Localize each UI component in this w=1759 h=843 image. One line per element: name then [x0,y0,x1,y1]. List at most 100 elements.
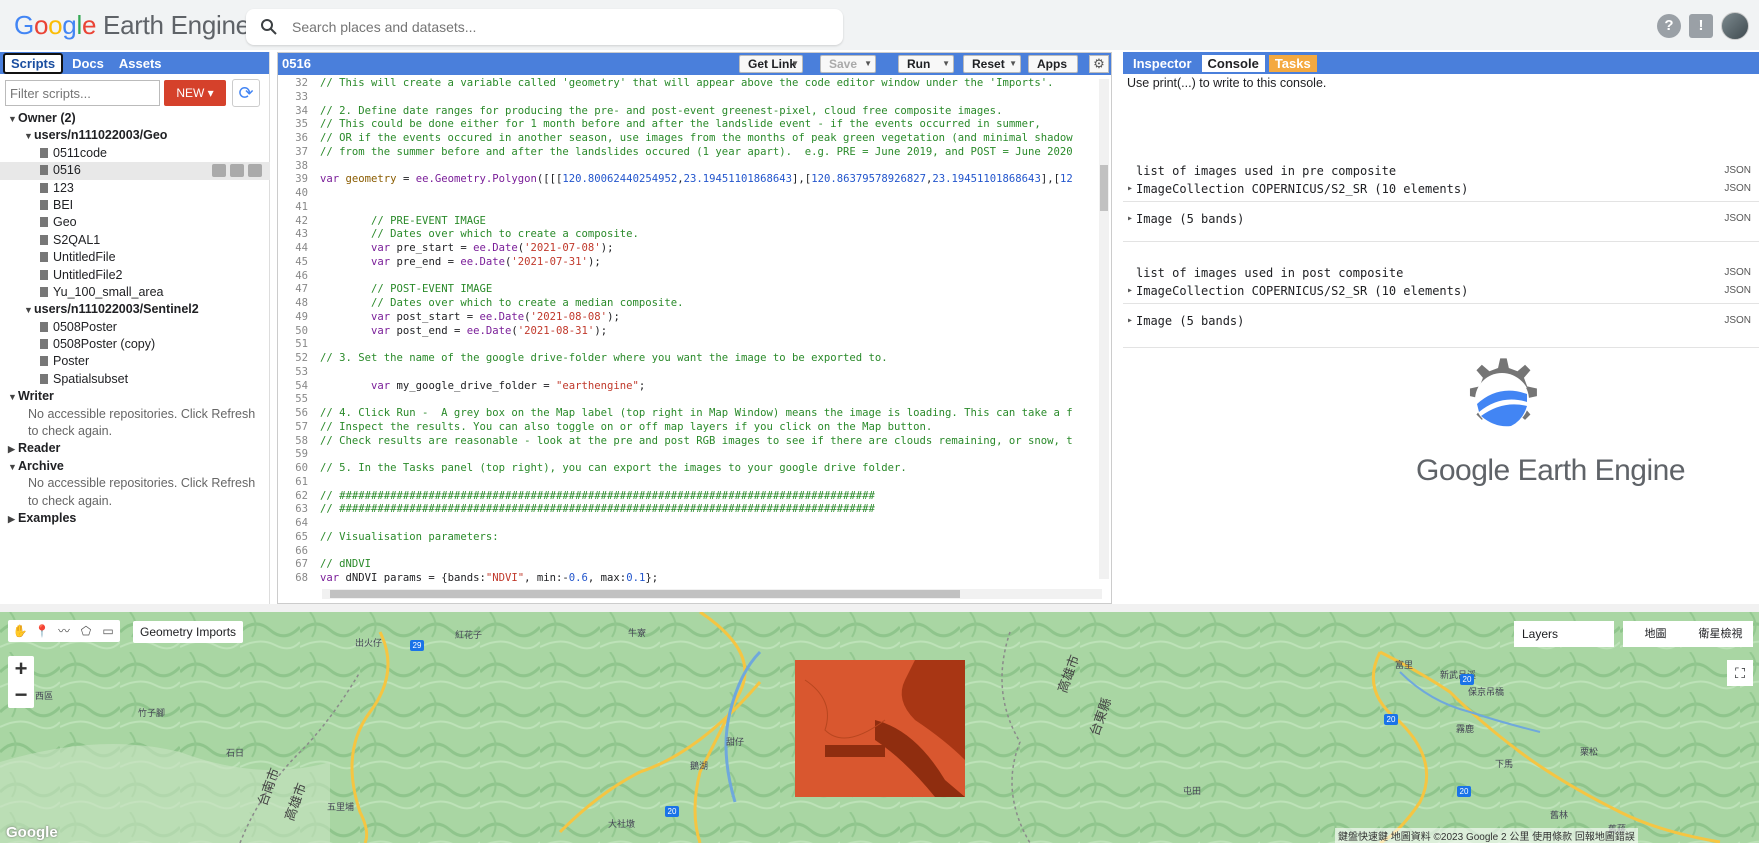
code-line[interactable]: 65 // Visualisation parameters: [278,531,1102,545]
horizontal-scrollbar[interactable] [322,589,1102,599]
tree-folder[interactable]: ▼users/n111022003/Geo [0,127,270,144]
script-file[interactable]: Poster [0,353,270,370]
google-earth-engine-logo[interactable]: Google Earth Engine [14,10,250,41]
json-button[interactable]: JSON [1724,312,1751,330]
layers-button[interactable]: Layers [1514,621,1614,647]
chevron-down-icon[interactable]: ▼ [791,56,799,72]
tree-folder[interactable]: ▶ Reader [0,440,270,457]
polygon-icon[interactable]: ⬠ [78,624,94,638]
vertical-scrollbar[interactable] [1099,79,1109,579]
code-line[interactable]: 35 // This could be done either for 1 mon… [278,118,1102,132]
history-icon[interactable] [212,164,226,178]
line-icon[interactable]: 〰 [56,624,72,638]
chevron-down-icon[interactable]: ▼ [1009,56,1017,72]
expand-right-icon[interactable]: ▶ [8,441,18,458]
code-line[interactable]: 43 // Dates over which to create a compo… [278,228,1102,242]
avatar[interactable] [1721,12,1749,40]
json-button[interactable]: JSON [1724,282,1751,300]
tab-docs[interactable]: Docs [66,55,110,72]
expand-down-icon[interactable]: ▼ [8,111,18,128]
code-line[interactable]: 57 // Inspect the results. You can also t… [278,421,1102,435]
map-type-satellite[interactable]: 衛星檢視 [1688,621,1753,647]
code-line[interactable]: 66 [278,545,1102,559]
code-line[interactable]: 34 // 2. Define date ranges for producing… [278,105,1102,119]
console-expandable-row[interactable]: Image (5 bands) JSON [1123,210,1759,228]
tree-folder[interactable]: ▼Writer [0,388,270,405]
code-line[interactable]: 55 [278,393,1102,407]
json-button[interactable]: JSON [1724,162,1751,180]
tree-folder[interactable]: ▼Owner (2) [0,110,270,127]
expand-down-icon[interactable]: ▼ [8,459,18,476]
scrollbar-thumb[interactable] [1100,165,1108,211]
tab-console[interactable]: Console [1201,54,1265,72]
map-type-map[interactable]: 地圖 [1623,621,1688,647]
script-file[interactable]: Yu_100_small_area [0,284,270,301]
reset-button[interactable]: Reset ▼ [963,55,1021,73]
script-file[interactable]: UntitledFile2 [0,267,270,284]
geometry-imports-button[interactable]: Geometry Imports [133,621,244,643]
fullscreen-icon[interactable]: ⛶ [1727,660,1753,686]
code-line[interactable]: 46 [278,270,1102,284]
tab-tasks[interactable]: Tasks [1268,54,1317,72]
new-button[interactable]: NEW ▾ [164,80,226,106]
point-icon[interactable]: 📍 [34,624,50,638]
code-line[interactable]: 48 // Dates over which to create a media… [278,297,1102,311]
code-line[interactable]: 53 [278,366,1102,380]
edit-icon[interactable] [230,164,244,178]
code-line[interactable]: 63 // ###################################… [278,503,1102,517]
code-line[interactable]: 41 [278,201,1102,215]
apps-button[interactable]: Apps [1028,55,1078,73]
code-line[interactable]: 38 [278,160,1102,174]
map-splitter[interactable] [0,604,1759,612]
code-line[interactable]: 33 [278,91,1102,105]
code-line[interactable]: 64 [278,517,1102,531]
delete-icon[interactable] [248,164,262,178]
save-button[interactable]: Save ▼ [820,55,876,73]
script-file[interactable]: 0508Poster (copy) [0,336,270,353]
expand-down-icon[interactable]: ▼ [24,302,34,319]
code-line[interactable]: 39 var geometry = ee.Geometry.Polygon([[[… [278,173,1102,187]
zoom-in-button[interactable]: + [8,656,34,682]
expand-right-icon[interactable]: ▶ [8,511,18,528]
script-file[interactable]: Spatialsubset [0,371,270,388]
code-line[interactable]: 54 var my_google_drive_folder = "earthen… [278,380,1102,394]
code-line[interactable]: 36 // OR if the events occured in another… [278,132,1102,146]
console-expandable-row[interactable]: ImageCollection COPERNICUS/S2_SR (10 ele… [1123,180,1759,198]
script-file[interactable]: 0516 [0,162,270,180]
code-line[interactable]: 59 [278,448,1102,462]
chevron-down-icon[interactable]: ▼ [942,56,950,72]
code-line[interactable]: 44 var pre_start = ee.Date('2021-07-08')… [278,242,1102,256]
expand-down-icon[interactable]: ▼ [8,389,18,406]
code-line[interactable]: 61 [278,476,1102,490]
scrollbar-thumb[interactable] [330,590,960,598]
script-file[interactable]: UntitledFile [0,249,270,266]
script-file[interactable]: S2QAL1 [0,232,270,249]
tree-folder[interactable]: ▼Archive [0,458,270,475]
script-file[interactable]: BEI [0,197,270,214]
code-line[interactable]: 40 [278,187,1102,201]
console-expandable-row[interactable]: Image (5 bands) JSON [1123,312,1759,330]
gear-icon[interactable]: ⚙ [1089,55,1109,73]
code-line[interactable]: 62 // ###################################… [278,490,1102,504]
chevron-down-icon[interactable]: ▼ [864,56,872,72]
search-box[interactable] [246,9,843,45]
feedback-icon[interactable]: ! [1689,14,1713,38]
map-panel[interactable]: 出火仔 紅花子 竹子腳 石日 五里埔 西區 牛寮 甜仔 鵝湖 大社墩 保京吊橋 新武呂溪 富里 霧鹿 下馬栗… [0,612,1759,843]
help-icon[interactable]: ? [1657,14,1681,38]
script-file[interactable]: 0508Poster [0,319,270,336]
code-line[interactable]: 45 var pre_end = ee.Date('2021-07-31'); [278,256,1102,270]
hand-icon[interactable]: ✋ [12,624,28,638]
code-line[interactable]: 51 [278,338,1102,352]
filter-scripts-input[interactable] [5,80,160,106]
json-button[interactable]: JSON [1724,264,1751,282]
tab-assets[interactable]: Assets [113,55,168,72]
code-line[interactable]: 68 var dNDVI_params = {bands:"NDVI", min:… [278,572,1102,583]
tab-inspector[interactable]: Inspector [1127,55,1198,72]
code-line[interactable]: 60 // 5. In the Tasks panel (top right), … [278,462,1102,476]
expand-down-icon[interactable]: ▼ [24,128,34,145]
zoom-out-button[interactable]: − [8,682,34,708]
script-file[interactable]: Geo [0,214,270,231]
code-area[interactable]: 32 // This will create a variable called … [278,75,1111,583]
rectangle-icon[interactable]: ▭ [100,624,116,638]
code-line[interactable]: 42 // PRE-EVENT IMAGE [278,215,1102,229]
